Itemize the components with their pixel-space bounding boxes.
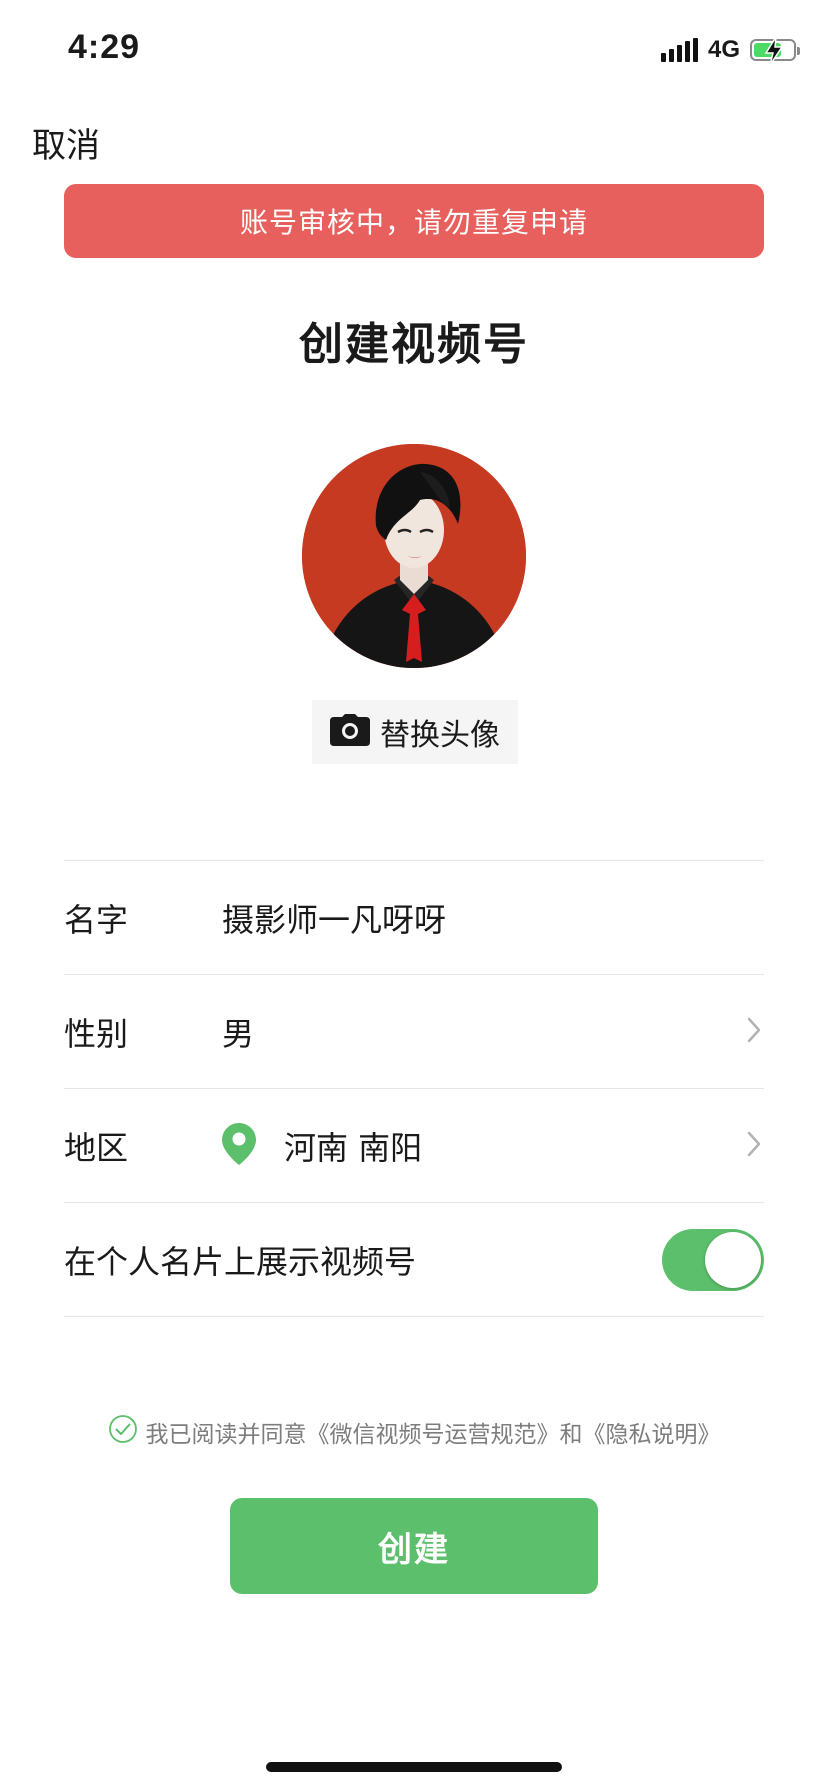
chevron-right-icon: [746, 1016, 762, 1048]
chevron-right-icon: [746, 1130, 762, 1162]
agree-checkbox[interactable]: [108, 1414, 138, 1450]
create-button[interactable]: 创建: [230, 1498, 598, 1594]
show-on-card-toggle[interactable]: [662, 1228, 764, 1291]
cancel-button[interactable]: 取消: [32, 118, 100, 167]
show-on-card-label: 在个人名片上展示视频号: [64, 1242, 417, 1281]
status-bar: 4:29 4G: [0, 0, 828, 100]
region-row[interactable]: 地区 河南 南阳: [64, 1089, 764, 1203]
camera-icon: [330, 714, 370, 750]
name-label: 名字: [64, 900, 129, 939]
show-on-card-row: 在个人名片上展示视频号: [64, 1203, 764, 1317]
change-avatar-button[interactable]: 替换头像: [312, 700, 518, 764]
status-time: 4:29: [68, 28, 141, 66]
terms-link[interactable]: 《微信视频号运营规范》: [307, 1422, 560, 1448]
region-label: 地区: [64, 1128, 129, 1167]
location-pin-icon: [222, 1122, 256, 1169]
network-label: 4G: [707, 36, 740, 63]
page-title: 创建视频号: [299, 319, 529, 370]
battery-icon: [750, 37, 800, 65]
name-field[interactable]: 摄影师一凡呀呀: [222, 895, 764, 941]
name-row[interactable]: 名字 摄影师一凡呀呀: [64, 861, 764, 975]
alert-message: 账号审核中，请勿重复申请: [239, 206, 588, 239]
agreement-conjunction: 和: [559, 1422, 583, 1448]
gender-label: 性别: [64, 1014, 129, 1053]
agreement-text: 我已阅读并同意《微信视频号运营规范》和《隐私说明》: [146, 1415, 721, 1449]
signal-icon: [660, 38, 698, 62]
toggle-knob: [705, 1231, 761, 1288]
gender-value: 男: [222, 1014, 255, 1053]
gender-row[interactable]: 性别 男: [64, 975, 764, 1089]
status-indicators: 4G: [660, 36, 800, 65]
change-avatar-label: 替换头像: [380, 718, 500, 753]
profile-form: 名字 摄影师一凡呀呀 性别 男 地区 河南 南阳 在个人名片上展示视频号: [64, 860, 764, 1317]
avatar: [302, 444, 526, 668]
privacy-link[interactable]: 《隐私说明》: [583, 1422, 721, 1448]
agreement: 我已阅读并同意《微信视频号运营规范》和《隐私说明》: [0, 1414, 828, 1450]
review-alert-banner: 账号审核中，请勿重复申请: [64, 184, 764, 258]
agreement-prefix: 我已阅读并同意: [145, 1422, 307, 1448]
region-value: 河南 南阳: [284, 1128, 423, 1167]
home-indicator[interactable]: [266, 1762, 562, 1772]
